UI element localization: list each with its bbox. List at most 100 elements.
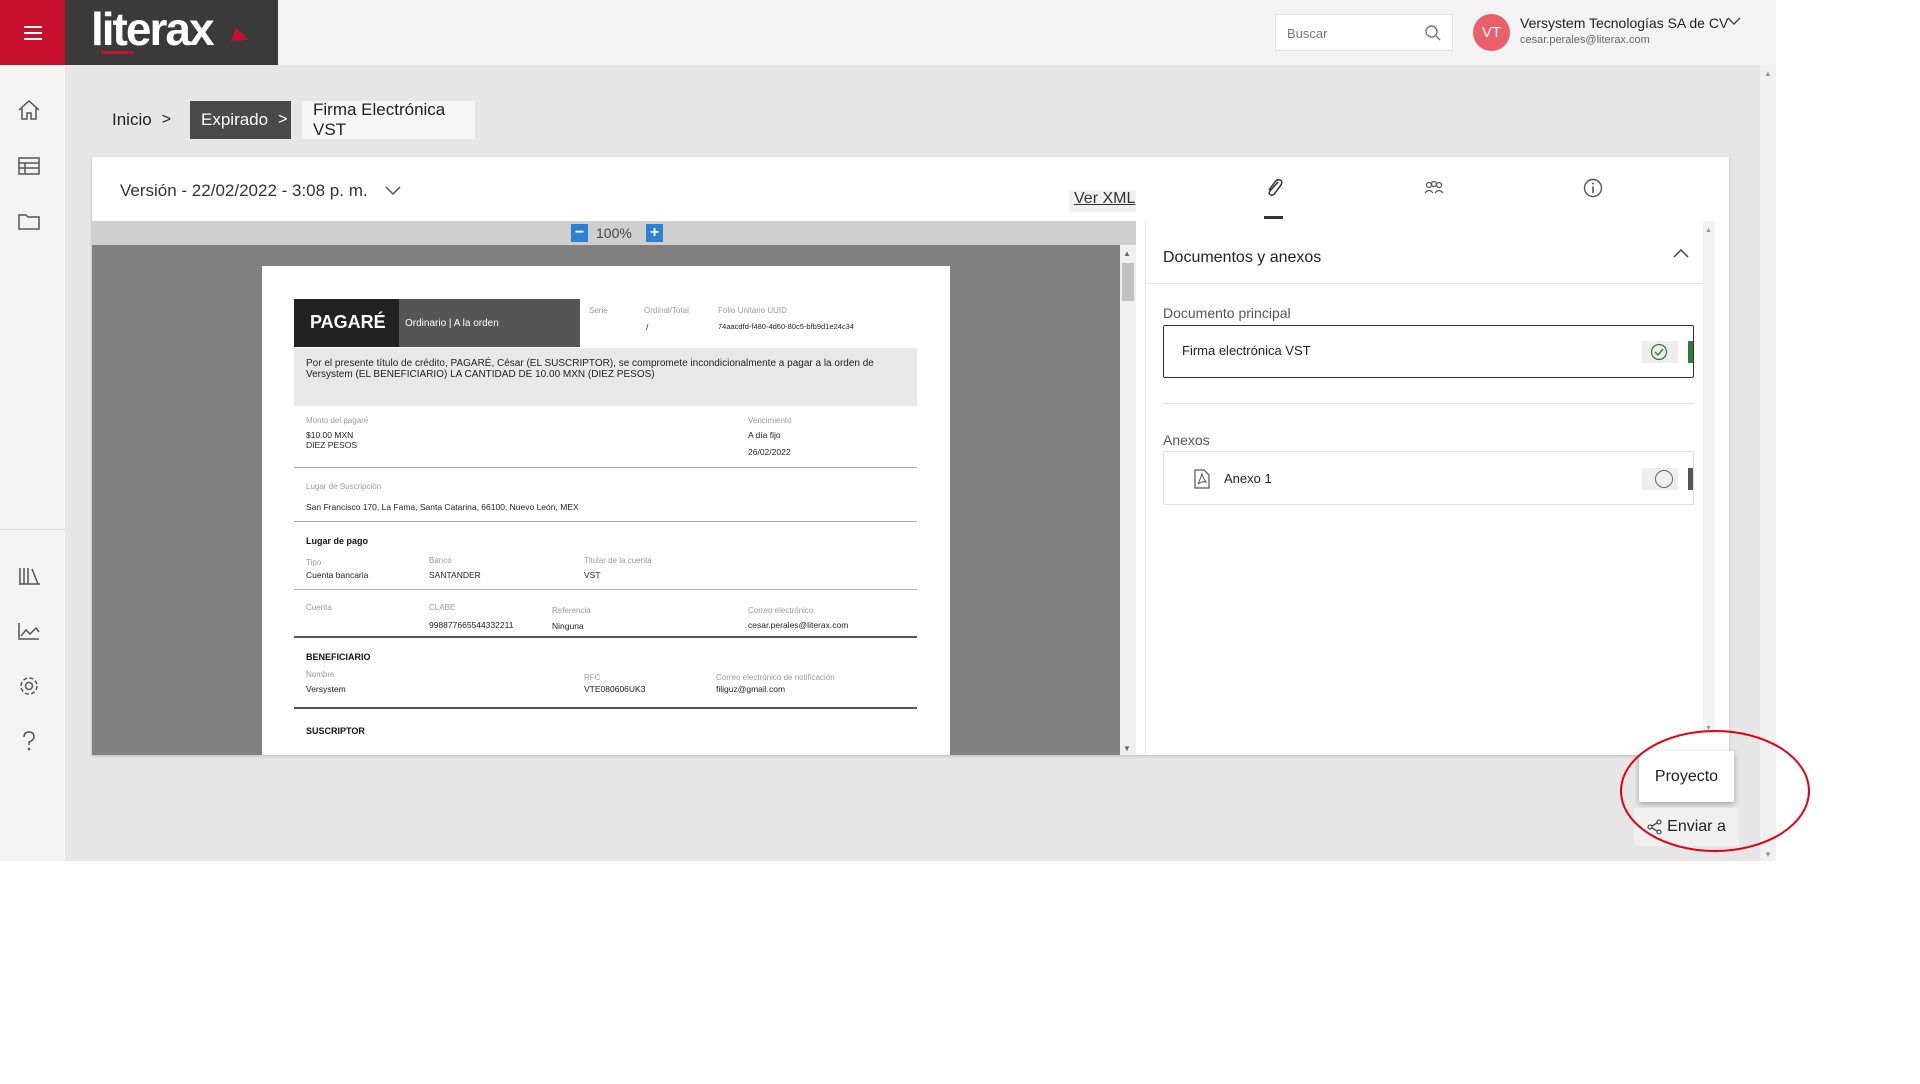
main-doc-label: Documento principal [1163,305,1291,321]
pdf-viewer[interactable]: PAGARÉ Ordinario | A la orden Serie Ordi… [92,245,1120,755]
scroll-thumb[interactable] [1122,263,1134,301]
top-bar: literax Buscar VT Versystem Tecnologías … [0,0,1776,65]
info-icon[interactable] [1582,177,1604,199]
rfc-label: RFC [584,673,601,682]
rfc-value: VTE080606UK3 [584,684,646,694]
main-document-item[interactable]: Firma electrónica VST [1163,325,1694,378]
help-icon[interactable] [17,729,41,753]
logo-underline [101,51,133,54]
search-icon[interactable] [1424,24,1442,42]
referencia-value: Ninguna [552,621,584,631]
zoom-bar: − 100% + [92,221,1136,245]
chevron-up-icon[interactable] [1673,249,1689,259]
viewer-scrollbar[interactable]: ▲ ▼ [1120,245,1136,755]
panel-scrollbar[interactable]: ▲ ▼ [1703,221,1715,734]
divider [1163,403,1694,404]
divider [294,467,917,468]
document-card: Versión - 22/02/2022 - 3:08 p. m. Ver XM… [92,157,1729,755]
radio-circle-icon[interactable] [1655,470,1673,488]
ordinal-value: / [646,322,649,332]
breadcrumb-home-label: Inicio [112,110,152,129]
company-name[interactable]: Versystem Tecnologías SA de CV [1520,15,1728,31]
folio-value: 74aacdfd-f480-4d60-80c5-bfb9d1e24c34 [718,322,854,331]
logo-text: literax [91,3,215,55]
send-to-button[interactable]: Enviar a [1634,808,1739,846]
folder-icon[interactable] [17,210,41,232]
attachment-icon[interactable] [1264,177,1284,199]
document-page: PAGARÉ Ordinario | A la orden Serie Ordi… [262,266,950,755]
clabe-label: CLABE [429,603,456,612]
version-selector[interactable]: Versión - 22/02/2022 - 3:08 p. m. [120,181,368,201]
lugar-pago-heading: Lugar de pago [306,536,369,546]
scroll-down-arrow-icon[interactable]: ▼ [1123,744,1131,753]
divider [294,636,917,638]
tipo-value: Cuenta bancaria [306,570,369,580]
proyecto-button[interactable]: Proyecto [1639,751,1734,802]
scroll-down-arrow-icon[interactable]: ▼ [1764,850,1772,859]
monto-label: Monto del pagaré [306,416,369,425]
home-icon[interactable] [17,99,41,121]
tipo-label: Tipo [306,558,322,567]
breadcrumb-expired[interactable]: Expirado > [190,101,291,139]
logo[interactable]: literax [65,0,278,65]
avatar[interactable]: VT [1473,14,1510,51]
annex-name: Anexo 1 [1224,471,1272,486]
scroll-down-arrow-icon[interactable]: ▼ [1705,725,1712,732]
monto-value: $10.00 MXN [306,430,354,440]
breadcrumb-current-label: Firma Electrónica VST [313,100,446,139]
sidebar-divider [0,529,65,530]
search-input[interactable]: Buscar [1275,14,1453,51]
chevron-right-icon: > [161,111,172,128]
send-to-label: Enviar a [1667,818,1726,835]
gear-icon[interactable] [17,674,41,698]
zoom-in-button[interactable]: + [646,224,663,242]
logo-triangle-icon [231,27,251,47]
clabe-value: 998877665544332211 [429,620,514,630]
annex-label: Anexos [1163,432,1210,448]
search-placeholder: Buscar [1287,26,1328,41]
vencimiento-label: Vencimiento [748,416,792,425]
lugar-suscripcion-value: San Francisco 170, La Fama, Santa Catari… [306,502,579,512]
menu-button[interactable] [0,0,65,65]
monto-words: DIEZ PESOS [306,440,358,450]
breadcrumb-home[interactable]: Inicio > [112,101,171,139]
active-tab-indicator [1264,216,1283,219]
zoom-level: 100% [596,225,632,241]
status-stripe [1688,468,1693,490]
serie-label: Serie [589,306,608,315]
chevron-right-icon: > [278,111,288,128]
titular-value: VST [584,570,601,580]
doc-title: PAGARÉ [294,299,399,347]
folio-label: Folio Unitario UUID [718,306,787,315]
participants-icon[interactable] [1422,177,1446,199]
main-document-name: Firma electrónica VST [1182,343,1311,358]
table-icon[interactable] [17,155,41,177]
banco-value: SANTANDER [429,570,481,580]
correo-notif-value: filiguz@gmail.com [716,684,786,694]
referencia-label: Referencia [552,606,591,615]
correo-value: cesar.perales@literax.com [748,620,849,630]
panel-title: Documentos y anexos [1163,249,1322,266]
status-stripe [1688,341,1693,363]
scroll-up-arrow-icon[interactable]: ▲ [1123,249,1131,258]
user-email: cesar.perales@literax.com [1520,34,1650,46]
divider [294,707,917,709]
breadcrumb-expired-label: Expirado [201,110,269,129]
scroll-up-arrow-icon[interactable]: ▲ [1764,69,1772,78]
chart-icon[interactable] [17,620,41,642]
vencimiento-date: 26/02/2022 [748,447,791,457]
scroll-up-arrow-icon[interactable]: ▲ [1705,227,1712,234]
nombre-value: Versystem [306,684,346,694]
divider [1145,283,1703,284]
cuenta-label: Cuenta [306,603,332,612]
zoom-out-button[interactable]: − [571,224,588,242]
chevron-down-icon[interactable] [1727,16,1741,26]
ver-xml-link[interactable]: Ver XML [1069,190,1136,212]
panel-border [1145,221,1146,755]
annex-item[interactable]: Anexo 1 [1163,451,1694,505]
main-scrollbar[interactable]: ▲ ▼ [1760,65,1776,861]
library-icon[interactable] [17,565,43,587]
suscriptor-heading: SUSCRIPTOR [306,726,365,736]
nombre-label: Nombre [306,670,335,679]
chevron-down-icon[interactable] [385,185,401,195]
